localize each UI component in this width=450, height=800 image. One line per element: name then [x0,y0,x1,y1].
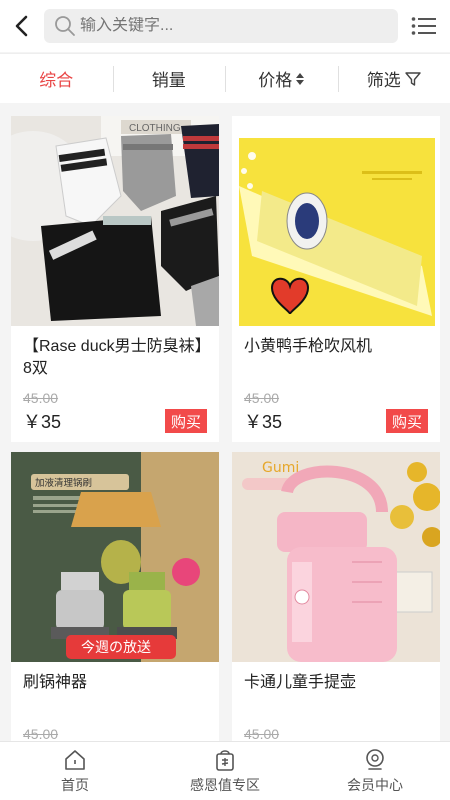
nav-label: 首页 [61,776,89,793]
search-input[interactable] [80,17,370,35]
image-tag: Gumi [262,460,299,476]
product-image-hair-dryer [232,116,440,326]
menu-button[interactable] [398,0,450,52]
product-name: 【Rase duck男士防臭袜】8双 [23,338,203,377]
product-card[interactable]: Gumi 卡通儿童手提壶 45.00 [232,452,440,752]
product-original-price: 45.00 [244,390,280,406]
gift-bag-icon [216,749,234,771]
sort-tab-comprehensive[interactable]: 综合 [0,54,113,104]
search-bar[interactable] [44,9,398,43]
image-caption: 今週の放送 [81,640,151,656]
top-bar [0,0,450,52]
product-original-price: 45.00 [23,726,59,742]
buy-button[interactable]: 购买 [165,409,207,433]
back-button[interactable] [0,0,44,52]
product-price: ￥35 [244,412,283,432]
product-original-price: 45.00 [23,390,59,406]
sort-tab-label: 销量 [151,71,186,90]
buy-button[interactable]: 购买 [386,409,428,433]
nav-label: 会员中心 [347,776,403,793]
sort-tab-price[interactable]: 价格 [225,54,338,104]
nav-member-center[interactable]: 会员中心 [300,742,450,800]
member-icon [366,748,384,770]
filter-icon [405,71,421,86]
product-name: 卡通儿童手提壶 [244,674,357,691]
sort-bar: 综合 销量 价格 筛选 [0,53,450,103]
price-row: ￥35 购买 [11,408,219,434]
sort-tab-filter[interactable]: 筛选 [337,54,450,104]
nav-label: 感恩值专区 [190,776,260,793]
product-image-socks: CLOTHING [11,116,219,326]
search-icon [55,16,75,36]
sort-tab-label: 价格 [258,71,293,90]
product-name: 小黄鸭手枪吹风机 [244,338,373,355]
product-price: ￥35 [23,412,62,432]
sort-updown-icon [296,72,305,85]
sort-tab-label: 综合 [39,71,74,90]
list-menu-icon [411,17,436,35]
home-icon [65,749,85,770]
product-card[interactable]: 加液清理锅刷 今週の放送 刷锅神器 45.00 [11,452,219,752]
product-image-kettle: Gumi [232,452,440,662]
product-name: 刷锅神器 [23,674,88,691]
product-card[interactable]: 小黄鸭手枪吹风机 45.00 ￥35 购买 [232,116,440,442]
nav-home[interactable]: 首页 [0,742,150,800]
sort-tab-sales[interactable]: 销量 [112,54,226,104]
product-original-price: 45.00 [244,726,280,742]
product-image-pot-brush: 加液清理锅刷 今週の放送 [11,452,219,662]
chevron-left-icon [15,15,28,37]
image-banner: 加液清理锅刷 [35,477,92,489]
product-card[interactable]: CLOTHING 【Rase duck男士防臭袜】8双 45.00 ￥35 购买 [11,116,219,442]
svg-text:CLOTHING: CLOTHING [129,123,181,134]
bottom-nav: 首页 感恩值专区 会员中心 [0,741,450,800]
nav-gratitude-zone[interactable]: 感恩值专区 [150,742,300,800]
price-row: ￥35 购买 [232,408,440,434]
sort-tab-label: 筛选 [366,71,401,90]
